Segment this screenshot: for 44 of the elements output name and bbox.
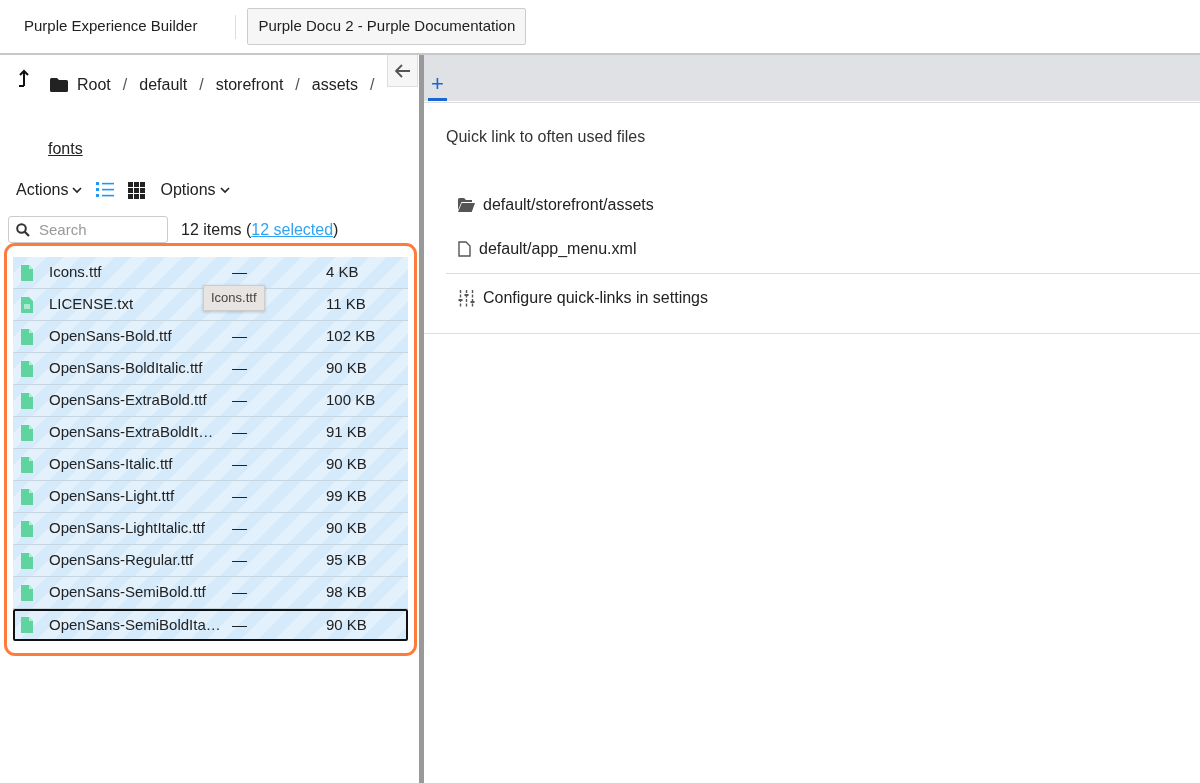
file-name: OpenSans-SemiBold.ttf — [49, 582, 207, 603]
file-status: — — [232, 550, 248, 571]
file-name: OpenSans-Italic.ttf — [49, 454, 174, 475]
file-status: — — [232, 422, 248, 443]
file-name: OpenSans-SemiBoldIta… — [49, 614, 222, 635]
item-count: 12 items — [181, 220, 242, 238]
file-size: 90 KB — [326, 358, 367, 379]
file-name: OpenSans-Regular.ttf — [49, 550, 195, 571]
file-status: — — [232, 358, 248, 379]
breadcrumb-separator: / — [122, 75, 128, 95]
file-status: — — [232, 614, 248, 635]
file-size: 99 KB — [326, 486, 367, 507]
file-name: OpenSans-ExtraBoldIt… — [49, 422, 215, 443]
file-size: 90 KB — [326, 518, 367, 539]
file-status: — — [232, 390, 248, 411]
file-size: 11 KB — [326, 294, 366, 315]
file-size: 91 KB — [326, 422, 367, 443]
paren-close: ) — [333, 220, 339, 238]
file-name: OpenSans-LightItalic.ttf — [49, 518, 206, 539]
file-status: — — [232, 454, 248, 475]
file-status: — — [232, 582, 248, 603]
file-size: 102 KB — [326, 326, 376, 347]
file-status: — — [232, 486, 248, 507]
file-size: 90 KB — [326, 454, 367, 475]
file-size: 4 KB — [326, 262, 359, 283]
file-size: 90 KB — [326, 614, 367, 635]
file-name: OpenSans-Light.ttf — [49, 486, 176, 507]
tooltip: Icons.ttf — [203, 285, 265, 311]
file-size: 100 KB — [326, 390, 376, 411]
file-size: 95 KB — [326, 550, 367, 571]
breadcrumb-separator: / — [295, 75, 300, 95]
file-name: OpenSans-ExtraBold.ttf — [49, 390, 208, 411]
file-size: 98 KB — [326, 582, 367, 603]
breadcrumb-separator: / — [370, 75, 375, 95]
paren-open: ( — [245, 220, 252, 238]
file-name: OpenSans-Bold.ttf — [49, 326, 173, 347]
app-title: Purple Experience Builder — [24, 16, 198, 37]
file-status: — — [232, 262, 248, 283]
breadcrumb-separator: / — [199, 75, 204, 95]
file-status: — — [232, 518, 248, 539]
section-title: Quick link to often used files — [446, 127, 647, 147]
file-status: — — [232, 326, 248, 347]
file-name: OpenSans-BoldItalic.ttf — [49, 358, 204, 379]
file-name: Icons.ttf — [49, 262, 103, 283]
